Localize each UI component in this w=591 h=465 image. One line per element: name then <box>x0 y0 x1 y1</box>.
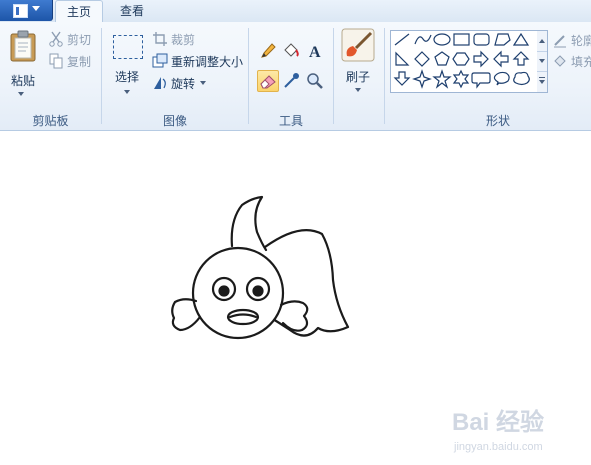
drawing-canvas[interactable]: Bai 经验 jingyan.baidu.com <box>0 131 591 465</box>
app-menu-button[interactable] <box>0 0 53 21</box>
rounded-callout-shape-icon[interactable] <box>471 72 491 89</box>
cut-button[interactable]: 剪切 <box>48 29 91 49</box>
text-tool-button[interactable]: A <box>304 40 326 62</box>
crop-button[interactable]: 裁剪 <box>152 29 195 49</box>
clipboard-icon <box>10 30 36 62</box>
left-arrow-shape-icon[interactable] <box>493 50 509 68</box>
select-button[interactable]: 选择 <box>108 28 146 104</box>
rounded-rectangle-shape-icon[interactable] <box>473 33 490 46</box>
chevron-up-icon <box>539 39 545 43</box>
chevron-down-icon <box>32 6 40 11</box>
resize-label: 重新调整大小 <box>171 54 244 69</box>
tab-view[interactable]: 查看 <box>110 0 154 22</box>
color-picker-icon <box>284 73 299 88</box>
paste-label: 粘贴 <box>10 74 35 88</box>
diamond-shape-icon[interactable] <box>414 51 430 67</box>
eraser-icon <box>260 75 276 89</box>
gallery-scroll-up-button[interactable] <box>537 31 547 52</box>
selection-rectangle-icon <box>113 35 143 59</box>
outline-button[interactable]: 轮廓 <box>552 30 591 50</box>
up-arrow-shape-icon[interactable] <box>512 51 530 66</box>
clipboard-group: 粘贴 剪切 复制 剪贴板 <box>0 22 101 130</box>
line-shape-icon[interactable] <box>394 33 410 46</box>
cut-label: 剪切 <box>67 32 92 47</box>
oval-shape-icon[interactable] <box>433 33 451 46</box>
outline-label: 轮廓 <box>571 33 591 48</box>
paint-document-icon <box>13 4 28 18</box>
rotate-icon <box>152 75 168 91</box>
baidu-jingyan-watermark: Bai 经验 jingyan.baidu.com <box>452 408 544 453</box>
fill-tool-button[interactable] <box>280 40 302 62</box>
chevron-down-icon <box>355 88 361 92</box>
ribbon: 粘贴 剪切 复制 剪贴板 选择 裁剪 重新调整大小 旋转 图像 A 工具 刷子 … <box>0 22 591 131</box>
resize-icon <box>152 53 168 69</box>
shapes-gallery-scrollbar <box>537 30 548 93</box>
magnifier-icon <box>307 73 323 89</box>
image-group: 选择 裁剪 重新调整大小 旋转 图像 <box>102 22 248 130</box>
right-arrow-shape-icon[interactable] <box>473 50 489 68</box>
triangle-shape-icon[interactable] <box>512 32 530 46</box>
cloud-callout-shape-icon[interactable] <box>513 71 530 86</box>
chevron-down-icon <box>539 80 545 84</box>
rotate-label: 旋转 <box>171 76 196 91</box>
copy-button[interactable]: 复制 <box>48 51 91 71</box>
shapes-group-label: 形状 <box>485 114 510 128</box>
brushes-button[interactable]: 刷子 <box>337 26 379 106</box>
chevron-down-icon <box>539 59 545 63</box>
pentagon-shape-icon[interactable] <box>434 51 450 66</box>
fill-button[interactable]: 填充 <box>552 51 591 71</box>
crop-label: 裁剪 <box>171 32 196 47</box>
four-point-star-shape-icon[interactable] <box>412 69 432 89</box>
shapes-grid <box>393 32 530 89</box>
rotate-button[interactable]: 旋转 <box>152 73 207 93</box>
copy-label: 复制 <box>67 54 92 69</box>
chevron-down-icon <box>124 90 130 94</box>
gallery-expand-button[interactable] <box>537 71 547 91</box>
copy-icon <box>48 53 64 69</box>
polygon-shape-icon[interactable] <box>494 33 511 46</box>
crop-icon <box>152 31 168 47</box>
pencil-icon <box>261 43 276 58</box>
clipboard-group-label: 剪贴板 <box>32 114 69 128</box>
shapes-gallery <box>390 30 539 93</box>
chevron-down-icon <box>18 92 24 96</box>
scissors-icon <box>48 31 64 47</box>
tab-home[interactable]: 主页 <box>55 0 103 24</box>
magnifier-tool-button[interactable] <box>304 70 326 92</box>
watermark-logo-text: Bai 经验 <box>452 408 544 436</box>
group-divider <box>333 28 334 124</box>
paste-button[interactable]: 粘贴 <box>4 28 42 104</box>
five-point-star-shape-icon[interactable] <box>432 69 452 89</box>
svg-text:A: A <box>309 44 321 61</box>
outline-pen-icon <box>552 32 568 48</box>
curve-shape-icon[interactable] <box>414 34 432 45</box>
text-icon: A <box>309 44 321 61</box>
gallery-scroll-down-button[interactable] <box>537 51 547 72</box>
image-group-label: 图像 <box>162 114 187 128</box>
brushes-label: 刷子 <box>345 70 370 84</box>
fill-icon <box>552 53 568 69</box>
fill-label: 填充 <box>571 54 591 69</box>
hexagon-shape-icon[interactable] <box>452 52 470 66</box>
down-arrow-shape-icon[interactable] <box>393 71 411 86</box>
six-point-star-shape-icon[interactable] <box>452 69 470 89</box>
color-picker-tool-button[interactable] <box>280 70 302 92</box>
expand-bar-icon <box>539 77 545 78</box>
eraser-tool-button[interactable] <box>257 70 279 92</box>
rectangle-shape-icon[interactable] <box>453 33 470 46</box>
select-label: 选择 <box>114 70 139 84</box>
ribbon-tab-strip: 主页 查看 <box>0 0 591 24</box>
fill-bucket-icon <box>284 43 299 57</box>
tools-group: A 工具 <box>249 22 333 130</box>
pencil-tool-button[interactable] <box>257 40 279 62</box>
tools-group-label: 工具 <box>278 114 303 128</box>
chevron-down-icon <box>200 81 207 85</box>
watermark-url: jingyan.baidu.com <box>453 441 543 453</box>
brush-icon <box>341 28 375 62</box>
resize-button[interactable]: 重新调整大小 <box>152 51 243 71</box>
oval-callout-shape-icon[interactable] <box>493 71 510 86</box>
right-triangle-shape-icon[interactable] <box>395 51 410 66</box>
